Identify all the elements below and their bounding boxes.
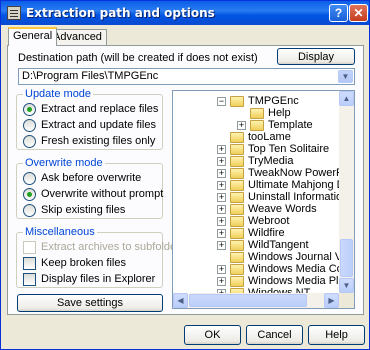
- overwrite-mode-title: Overwrite mode: [23, 157, 105, 169]
- radio-label: Ask before overwrite: [41, 172, 142, 184]
- radio-label: Overwrite without prompt: [41, 188, 164, 200]
- radio-button[interactable]: [23, 172, 36, 185]
- expand-icon[interactable]: +: [217, 145, 226, 154]
- folder-icon: [230, 168, 244, 179]
- destination-path-value: D:\Program Files\TMPGEnc: [22, 70, 159, 82]
- miscellaneous-title: Miscellaneous: [23, 226, 97, 238]
- radio-label: Fresh existing files only: [41, 135, 156, 147]
- tree-item-label: Windows Media Play: [248, 275, 351, 287]
- general-panel: Destination path (will be created if doe…: [7, 45, 364, 315]
- folder-icon: [230, 228, 244, 239]
- expand-icon[interactable]: +: [217, 181, 226, 190]
- expand-icon[interactable]: +: [217, 169, 226, 178]
- tree-item-label: Windows Media Com: [248, 263, 352, 275]
- tree-item-label: TryMedia: [248, 155, 294, 167]
- app-menu-icon[interactable]: [7, 6, 21, 20]
- destination-label: Destination path (will be created if doe…: [18, 52, 258, 64]
- expand-icon[interactable]: +: [217, 229, 226, 238]
- scroll-down-icon[interactable]: ▼: [339, 278, 354, 293]
- radio-label: Extract and update files: [41, 119, 156, 131]
- miscellaneous-group: Miscellaneous Extract archives to subfol…: [16, 226, 185, 288]
- folder-icon: [230, 144, 244, 155]
- expand-icon[interactable]: +: [217, 217, 226, 226]
- tree-item-label: WildTangent: [248, 239, 309, 251]
- folder-icon: [230, 276, 244, 287]
- expand-icon[interactable]: +: [217, 205, 226, 214]
- tree-item-label: Template: [268, 119, 313, 131]
- close-button[interactable]: ✕: [349, 4, 368, 22]
- scroll-up-icon[interactable]: ▲: [339, 91, 354, 106]
- folder-icon: [230, 240, 244, 251]
- vertical-scrollbar[interactable]: ▲ ▼: [339, 91, 354, 293]
- display-button[interactable]: Display: [277, 48, 355, 65]
- tree-item-label: TMPGEnc: [248, 95, 299, 107]
- destination-path-combo[interactable]: D:\Program Files\TMPGEnc ▼: [18, 68, 355, 85]
- folder-icon: [250, 108, 264, 119]
- extraction-dialog: Extraction path and options ? ✕ General …: [0, 0, 370, 350]
- tree-item-label: Top Ten Solitaire: [248, 143, 330, 155]
- vertical-scroll-thumb[interactable]: [340, 239, 353, 277]
- folder-icon: [230, 96, 244, 107]
- tab-general[interactable]: General: [8, 27, 58, 46]
- expand-icon[interactable]: +: [217, 157, 226, 166]
- update-mode-title: Update mode: [23, 88, 94, 100]
- expand-icon[interactable]: +: [217, 265, 226, 274]
- checkbox-label: Keep broken files: [41, 257, 126, 269]
- tree-item-label: Wildfire: [248, 227, 285, 239]
- scroll-left-icon[interactable]: ◀: [173, 293, 188, 308]
- cancel-button[interactable]: Cancel: [246, 325, 303, 345]
- expand-icon[interactable]: +: [217, 241, 226, 250]
- checkbox[interactable]: [23, 273, 36, 286]
- tree-item-label: tooLame: [248, 131, 291, 143]
- overwrite-mode-group: Overwrite mode Ask before overwrite Over…: [16, 157, 164, 219]
- checkbox: [23, 241, 36, 254]
- scroll-right-icon[interactable]: ▶: [324, 293, 339, 308]
- radio-button[interactable]: [23, 135, 36, 148]
- help-button[interactable]: Help: [308, 325, 365, 345]
- tree-item-label: Help: [268, 107, 291, 119]
- checkbox[interactable]: [23, 257, 36, 270]
- expand-icon[interactable]: +: [217, 193, 226, 202]
- radio-button[interactable]: [23, 119, 36, 132]
- expand-icon[interactable]: +: [237, 121, 246, 130]
- tree-item-label: Weave Words: [248, 203, 317, 215]
- tree-item-label: Uninstall Information: [248, 191, 349, 203]
- dropdown-arrow-icon[interactable]: ▼: [338, 70, 353, 83]
- folder-icon: [230, 204, 244, 215]
- window-title: Extraction path and options: [26, 6, 215, 20]
- horizontal-scroll-thumb[interactable]: [189, 294, 307, 307]
- folder-icon: [230, 192, 244, 203]
- save-settings-button[interactable]: Save settings: [17, 294, 163, 312]
- radio-button[interactable]: [23, 103, 36, 116]
- radio-button[interactable]: [23, 188, 36, 201]
- radio-label: Extract and replace files: [41, 103, 159, 115]
- folder-icon: [230, 216, 244, 227]
- radio-button[interactable]: [23, 204, 36, 217]
- checkbox-label: Display files in Explorer: [41, 273, 156, 285]
- tree-item-label: Windows Journal Vie: [248, 251, 351, 263]
- folder-icon: [230, 264, 244, 275]
- horizontal-scrollbar[interactable]: ◀ ▶: [173, 293, 339, 308]
- folder-icon: [230, 132, 244, 143]
- tree-item-label: TweakNow PowerPa: [248, 167, 350, 179]
- radio-label: Skip existing files: [41, 204, 126, 216]
- folder-icon: [230, 180, 244, 191]
- expand-icon[interactable]: +: [217, 277, 226, 286]
- scroll-corner: [339, 293, 354, 308]
- collapse-icon[interactable]: −: [217, 97, 226, 106]
- folder-icon: [230, 156, 244, 167]
- ok-button[interactable]: OK: [184, 325, 241, 345]
- tree-item-label: Webroot: [248, 215, 290, 227]
- tree-item-label: Ultimate Mahjong De: [248, 179, 351, 191]
- checkbox-label: Extract archives to subfolders: [41, 241, 186, 253]
- help-title-button[interactable]: ?: [329, 4, 348, 22]
- folder-tree[interactable]: − TMPGEnc Help + Template tooLame + Top Ten Sol…: [172, 90, 355, 309]
- title-bar[interactable]: Extraction path and options ? ✕: [1, 1, 369, 25]
- folder-icon: [230, 252, 244, 263]
- update-mode-group: Update mode Extract and replace files Ex…: [16, 88, 163, 150]
- folder-icon: [250, 120, 264, 131]
